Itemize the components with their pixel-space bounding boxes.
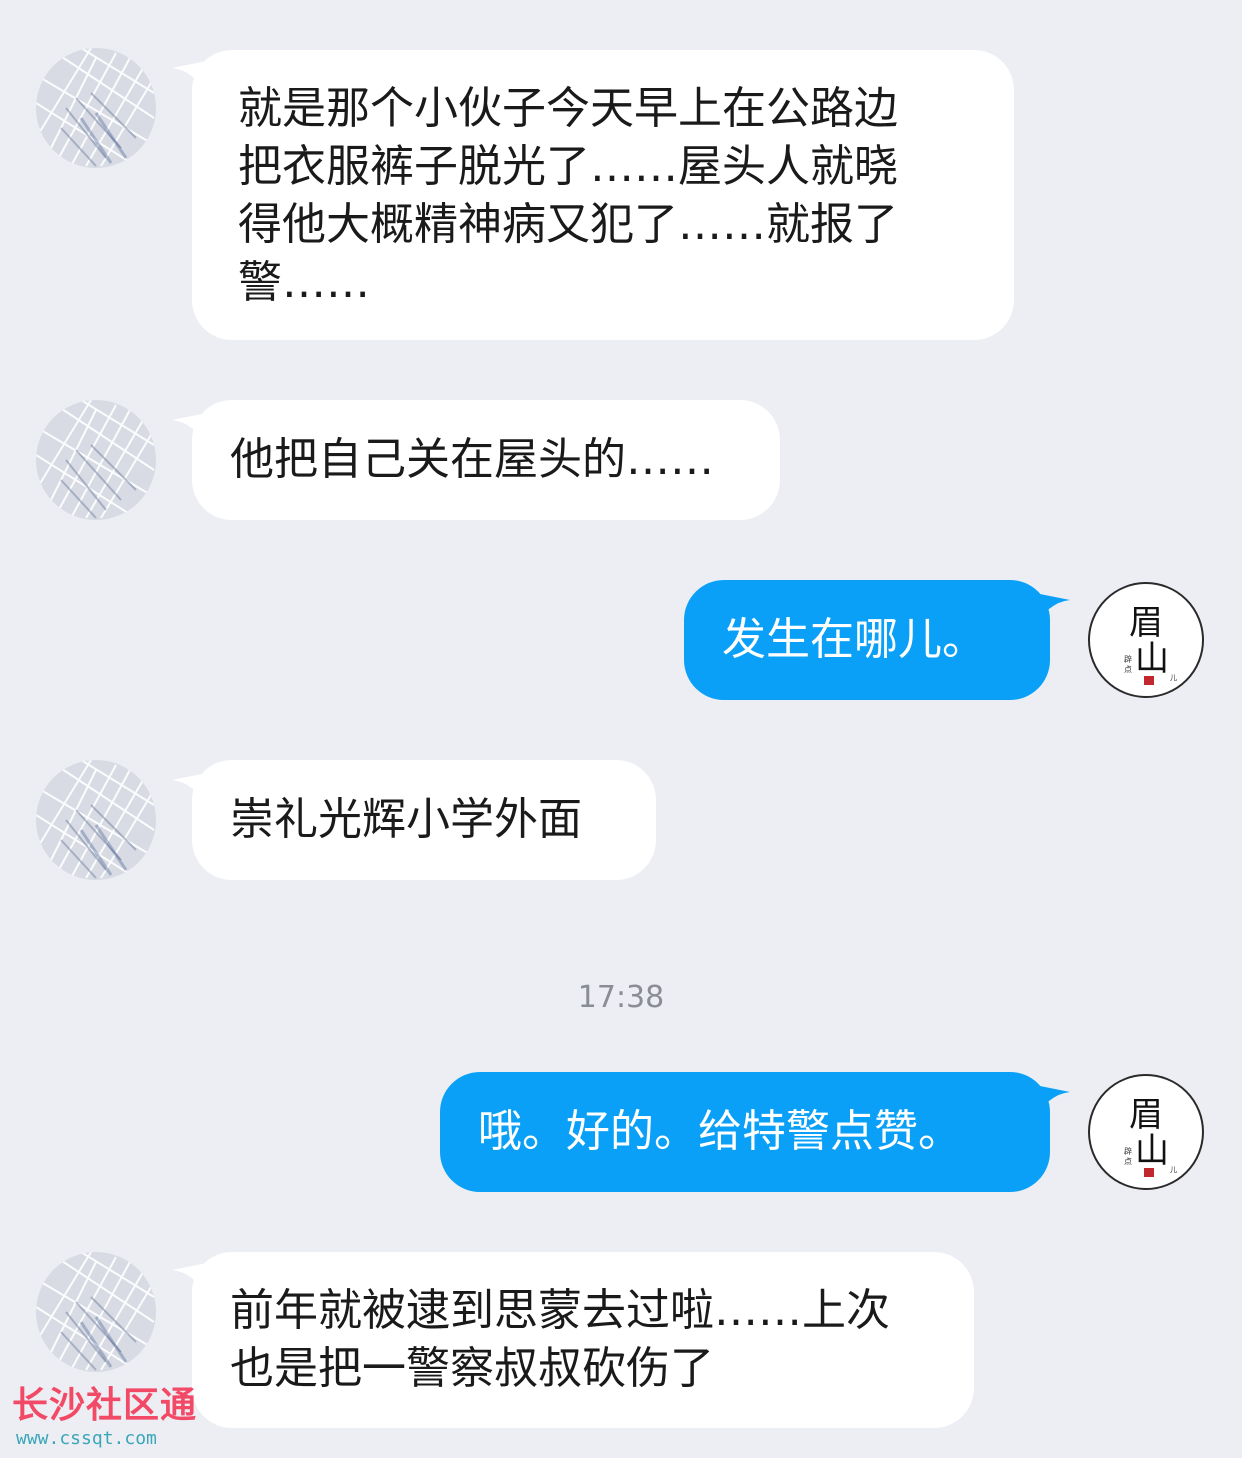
contact-avatar[interactable]: [36, 1252, 156, 1372]
svg-text:山: 山: [1135, 1131, 1169, 1171]
self-avatar[interactable]: 眉 山 辟 点 儿: [1088, 582, 1204, 698]
svg-text:儿: 儿: [1170, 674, 1177, 682]
message-line: 得他大概精神病又犯了……就报了: [238, 199, 898, 250]
message-text: 崇礼光辉小学外面: [230, 794, 582, 845]
message-bubble-outgoing[interactable]: 哦。好的。给特警点赞。: [440, 1072, 1050, 1192]
svg-text:点: 点: [1124, 1157, 1132, 1166]
message-timestamp: 17:38: [577, 980, 665, 1015]
contact-avatar[interactable]: [36, 48, 156, 168]
message-text: 哦。好的。给特警点赞。: [478, 1106, 962, 1157]
svg-text:辟: 辟: [1124, 654, 1132, 664]
watermark-title: 长沙社区通: [12, 1385, 198, 1426]
message-line: 就是那个小伙子今天早上在公路边: [238, 83, 898, 134]
message-bubble-incoming[interactable]: 崇礼光辉小学外面: [192, 760, 656, 880]
svg-text:辟: 辟: [1124, 1146, 1132, 1156]
contact-avatar[interactable]: [36, 400, 156, 520]
svg-text:点: 点: [1124, 665, 1132, 674]
message-bubble-incoming[interactable]: 他把自己关在屋头的……: [192, 400, 780, 520]
message-line: 把衣服裤子脱光了……屋头人就晓: [238, 141, 898, 192]
message-bubble-outgoing[interactable]: 发生在哪儿。: [684, 580, 1050, 700]
message-line: 警……: [238, 257, 370, 308]
svg-text:儿: 儿: [1170, 1166, 1177, 1174]
site-watermark: 长沙社区通 www.cssqt.com: [12, 1384, 222, 1450]
avatar-big-text-1: 眉: [1129, 603, 1163, 643]
message-bubble-incoming[interactable]: 前年就被逮到思蒙去过啦……上次 也是把一警察叔叔砍伤了: [192, 1252, 974, 1428]
avatar-big-text-2: 山: [1135, 639, 1169, 679]
message-line: 也是把一警察叔叔砍伤了: [230, 1343, 714, 1394]
contact-avatar[interactable]: [36, 760, 156, 880]
message-text: 发生在哪儿。: [722, 614, 986, 665]
message-text: 他把自己关在屋头的……: [230, 434, 714, 485]
watermark-url: www.cssqt.com: [16, 1428, 157, 1449]
message-bubble-incoming[interactable]: 就是那个小伙子今天早上在公路边 把衣服裤子脱光了……屋头人就晓 得他大概精神病又…: [192, 50, 1014, 340]
bubble-tail: [1030, 1084, 1070, 1124]
message-line: 前年就被逮到思蒙去过啦……上次: [230, 1285, 890, 1336]
bubble-tail: [1030, 592, 1070, 632]
self-avatar[interactable]: 眉 山 辟 点 儿: [1088, 1074, 1204, 1190]
svg-text:眉: 眉: [1129, 1095, 1163, 1135]
